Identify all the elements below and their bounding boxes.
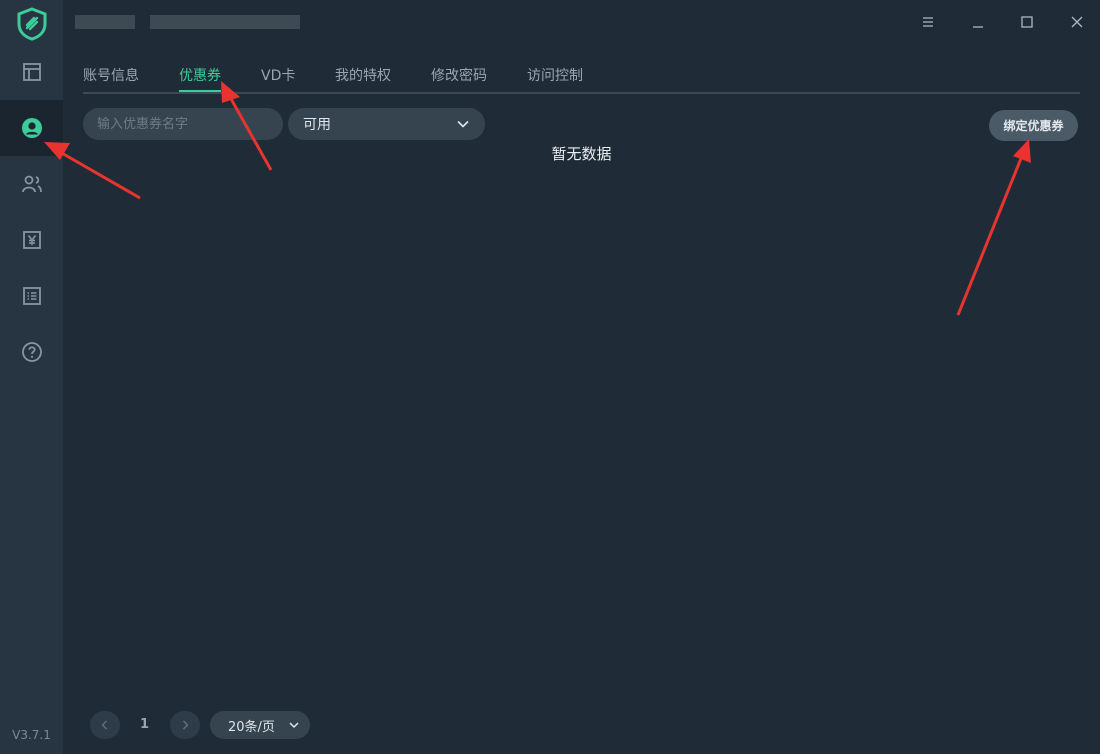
tab-access-control[interactable]: 访问控制 [527,65,583,92]
main-content: 账号信息 优惠券 VD卡 我的特权 修改密码 访问控制 可用 绑定优惠券 暂无数… [63,44,1100,754]
yen-icon [22,231,41,249]
chevron-down-icon [289,722,299,729]
chevron-right-icon [182,720,189,730]
minimize-icon [973,26,983,28]
sidebar-item-account[interactable] [0,100,63,156]
menu-button[interactable] [917,11,939,33]
menu-icon [923,17,933,27]
maximize-button[interactable] [1016,11,1038,33]
sidebar-item-users[interactable] [0,156,63,212]
page-size-value: 20条/页 [228,719,275,735]
chevron-left-icon [101,720,108,730]
minimize-button[interactable] [967,11,989,33]
prev-page-button[interactable] [90,711,120,739]
version-label: V3.7.1 [12,728,51,742]
help-icon [21,342,42,362]
next-page-button[interactable] [170,711,200,739]
bind-coupon-button[interactable]: 绑定优惠券 [989,110,1078,141]
tab-account-info[interactable]: 账号信息 [83,65,139,92]
sidebar: V3.7.1 [0,0,63,754]
tab-vd-card[interactable]: VD卡 [261,65,295,92]
title-bar [63,0,1100,44]
page-size-select[interactable]: 20条/页 [210,711,310,739]
blurred-account-name [75,15,135,29]
tab-my-privileges[interactable]: 我的特权 [335,65,391,92]
sidebar-item-help[interactable] [0,324,63,380]
close-icon [1071,16,1083,28]
user-circle-icon [21,118,42,138]
status-select[interactable]: 可用 [288,108,485,140]
tab-change-password[interactable]: 修改密码 [431,65,487,92]
sidebar-item-billing[interactable] [0,212,63,268]
current-page-number[interactable]: 1 [140,717,149,732]
shield-logo-icon [17,7,47,41]
status-select-value: 可用 [303,117,331,133]
chevron-down-icon [457,120,469,128]
list-icon [22,287,41,305]
blurred-account-id [150,15,300,29]
tab-coupons[interactable]: 优惠券 [179,65,221,92]
coupon-search-input[interactable] [83,108,283,140]
layout-icon [22,63,41,81]
maximize-icon [1021,16,1033,28]
users-icon [21,175,42,193]
tab-bar: 账号信息 优惠券 VD卡 我的特权 修改密码 访问控制 [83,44,1080,94]
empty-state-text: 暂无数据 [551,145,612,163]
sidebar-item-dashboard[interactable] [0,44,63,100]
close-button[interactable] [1066,11,1088,33]
sidebar-item-orders[interactable] [0,268,63,324]
